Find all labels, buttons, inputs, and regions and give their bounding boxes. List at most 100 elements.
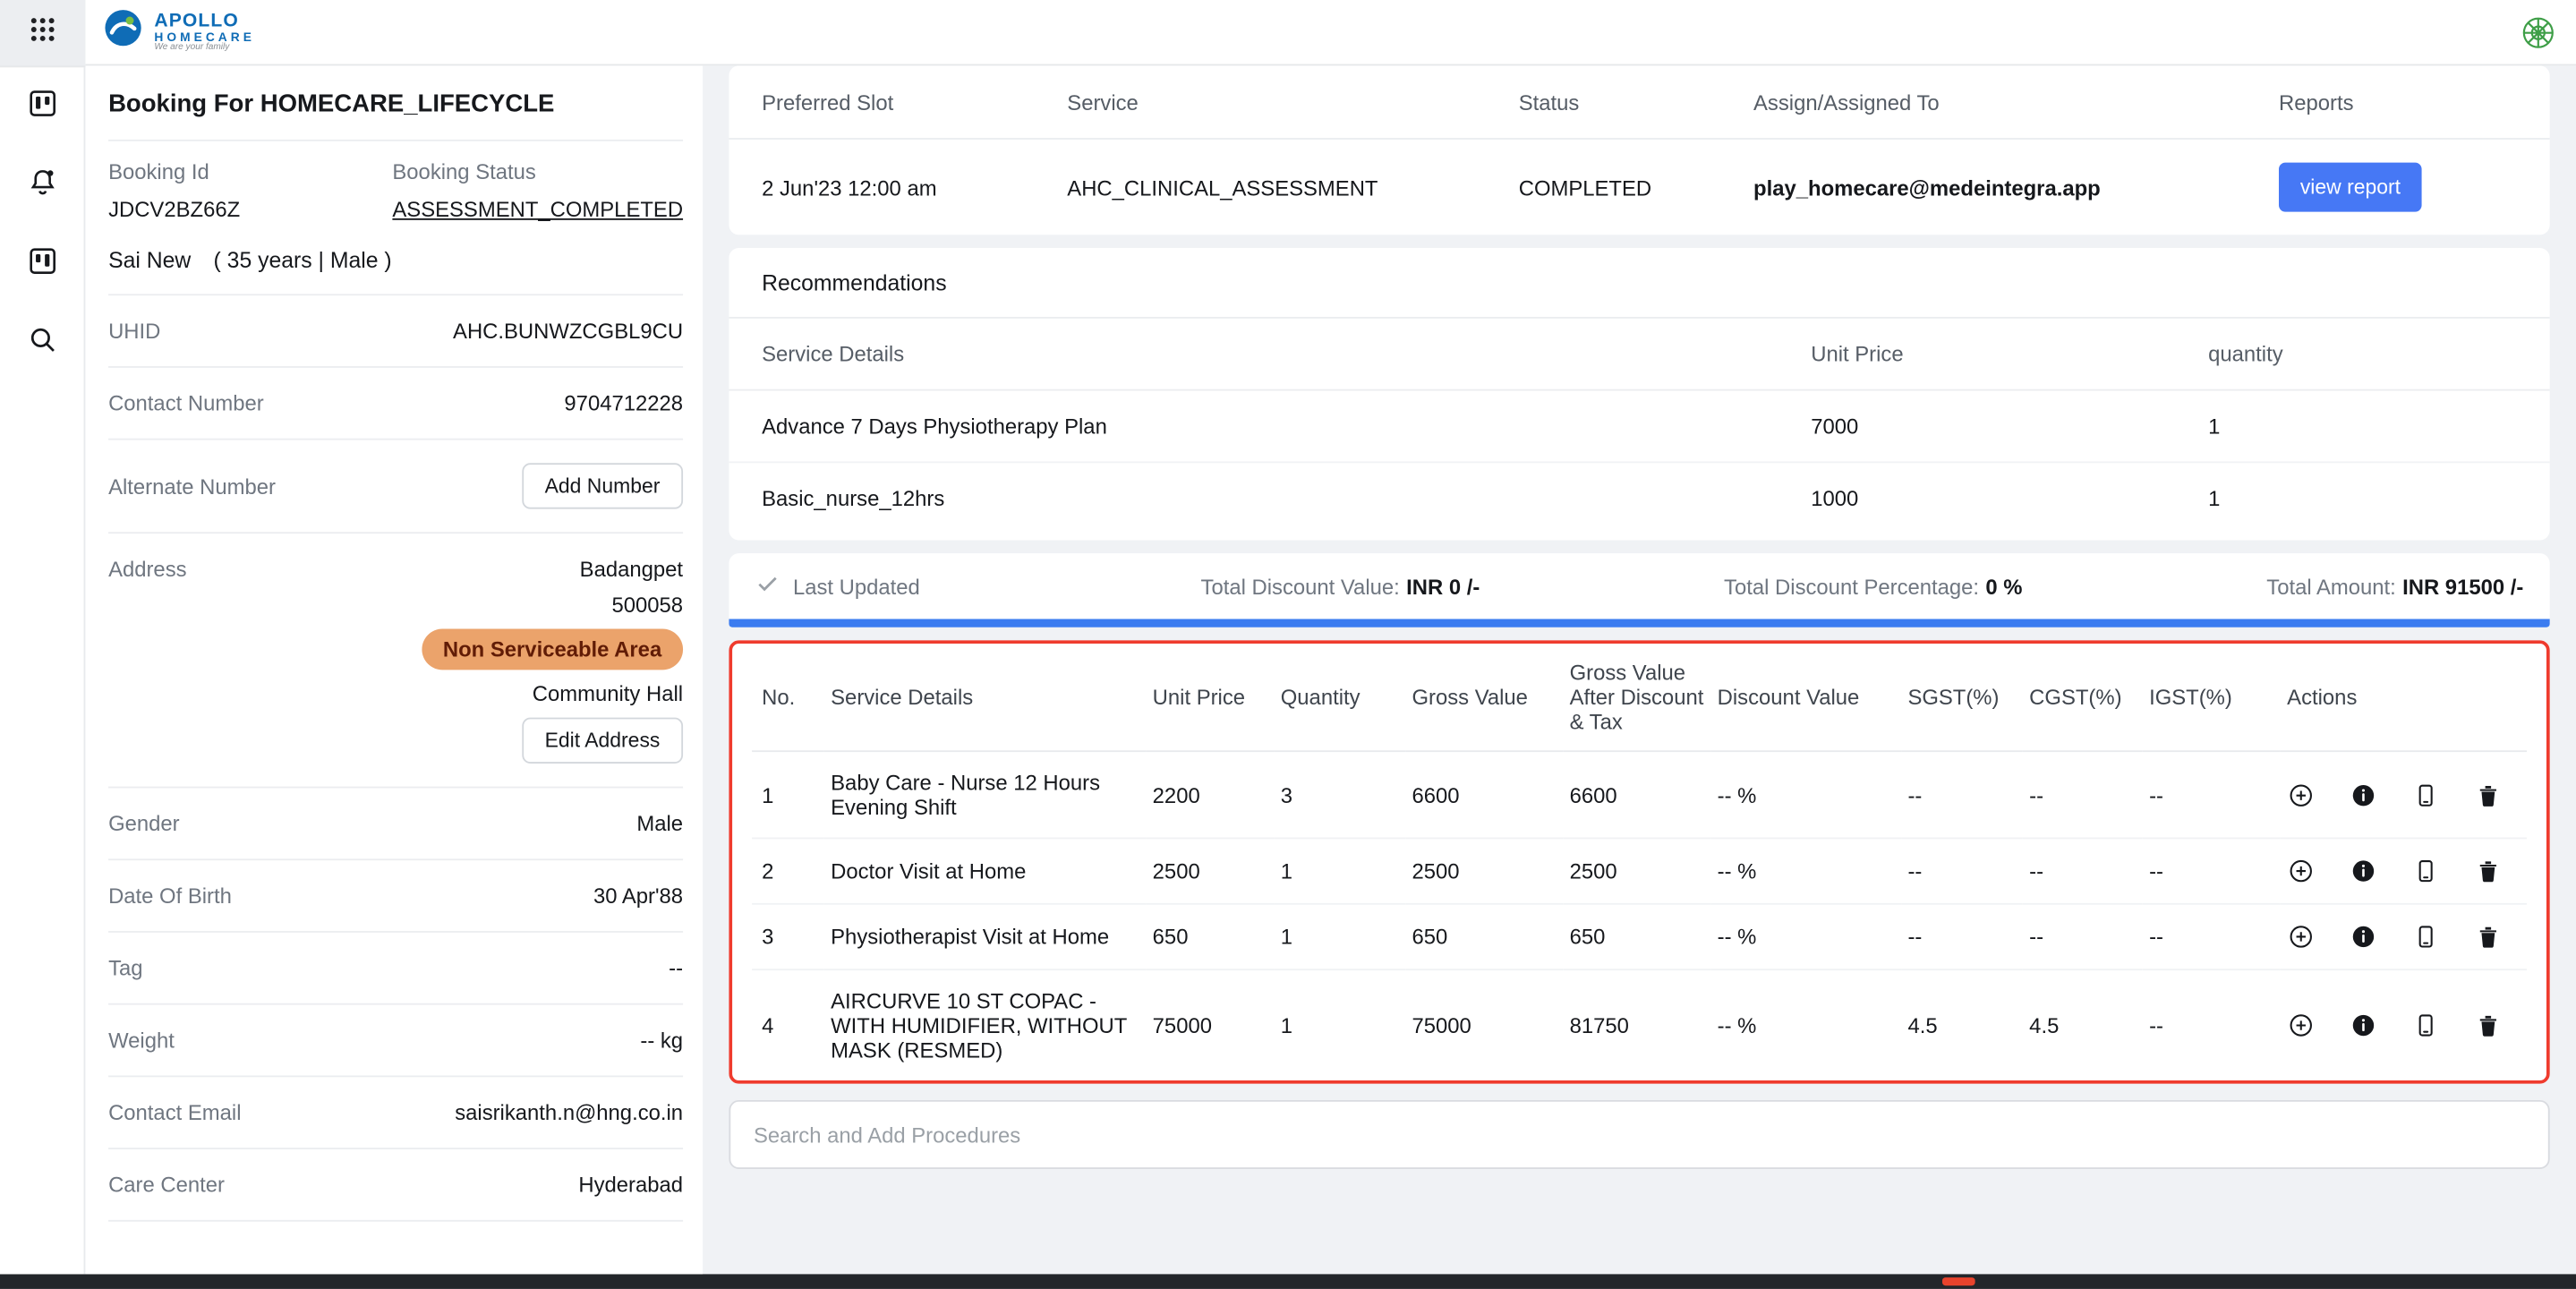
- partner-logo-icon[interactable]: [2521, 14, 2556, 50]
- procedure-qty: 3: [1274, 751, 1405, 838]
- add-number-button[interactable]: Add Number: [522, 463, 683, 508]
- recommendations-header: Service Details Unit Price quantity: [729, 319, 2549, 391]
- procedure-discount: -- %: [1710, 751, 1901, 838]
- procedure-no: 1: [752, 751, 824, 838]
- check-icon: [755, 571, 780, 601]
- procedure-row: 2 Doctor Visit at Home 2500 1 2500 2500 …: [752, 838, 2527, 903]
- procedure-row: 3 Physiotherapist Visit at Home 650 1 65…: [752, 904, 2527, 969]
- device-icon[interactable]: [2412, 1012, 2440, 1039]
- tasks-board-icon[interactable]: [24, 243, 60, 278]
- procedures-table: No. Service Details Unit Price Quantity …: [752, 644, 2527, 1080]
- booking-id-value: JDCV2BZ66Z: [108, 197, 392, 222]
- procedure-no: 2: [752, 838, 824, 903]
- delete-icon[interactable]: [2474, 781, 2502, 808]
- gender-label: Gender: [108, 811, 180, 836]
- care-center-value: Hyderabad: [578, 1173, 683, 1198]
- booking-panel-title: Booking For HOMECARE_LIFECYCLE: [108, 65, 683, 141]
- weight-label: Weight: [108, 1028, 175, 1053]
- recommendation-name: Basic_nurse_12hrs: [762, 486, 1811, 511]
- col-service: Service: [1067, 90, 1518, 115]
- care-center-label: Care Center: [108, 1173, 225, 1198]
- procedure-gross-after: 81750: [1563, 969, 1710, 1080]
- recommendation-unit-price: 1000: [1811, 486, 2208, 511]
- col-sgst: SGST(%): [1901, 644, 2023, 751]
- patient-name: Sai New: [108, 248, 191, 273]
- logo-subtitle: HOMECARE: [154, 30, 255, 43]
- recommendation-name: Advance 7 Days Physiotherapy Plan: [762, 414, 1811, 439]
- info-icon[interactable]: [2350, 857, 2377, 884]
- total-discount-value: Total Discount Value:INR 0 /-: [1201, 574, 1480, 599]
- recommendation-quantity: 1: [2208, 486, 2517, 511]
- procedure-sgst: --: [1901, 904, 2023, 969]
- apps-menu-button[interactable]: [0, 0, 85, 67]
- info-icon[interactable]: [2350, 923, 2377, 951]
- tag-label: Tag: [108, 956, 142, 981]
- taskbar: [0, 1274, 2576, 1289]
- dob-label: Date Of Birth: [108, 884, 232, 909]
- info-icon[interactable]: [2350, 781, 2377, 808]
- patient-summary: Sai New ( 35 years | Male ): [108, 225, 683, 295]
- procedure-igst: --: [2143, 838, 2281, 903]
- add-circle-icon[interactable]: [2287, 923, 2315, 951]
- contact-email-row: Contact Email saisrikanth.n@hng.co.in: [108, 1077, 683, 1149]
- add-circle-icon[interactable]: [2287, 781, 2315, 808]
- uhid-value: AHC.BUNWZCGBL9CU: [453, 319, 683, 344]
- info-icon[interactable]: [2350, 1012, 2377, 1039]
- apollo-homecare-logo[interactable]: APOLLO HOMECARE We are your family: [102, 6, 255, 57]
- device-icon[interactable]: [2412, 857, 2440, 884]
- procedure-unit-price: 75000: [1146, 969, 1274, 1080]
- device-icon[interactable]: [2412, 923, 2440, 951]
- dob-row: Date Of Birth 30 Apr'88: [108, 860, 683, 933]
- procedure-cgst: --: [2023, 838, 2143, 903]
- procedure-discount: -- %: [1710, 969, 1901, 1080]
- edit-address-button[interactable]: Edit Address: [522, 718, 683, 764]
- add-circle-icon[interactable]: [2287, 1012, 2315, 1039]
- weight-row: Weight -- kg: [108, 1005, 683, 1078]
- procedure-qty: 1: [1274, 838, 1405, 903]
- main-content: Preferred Slot Service Status Assign/Ass…: [703, 65, 2576, 1274]
- col-no: No.: [752, 644, 824, 751]
- notifications-bell-icon[interactable]: [24, 164, 60, 200]
- procedure-sgst: 4.5: [1901, 969, 2023, 1080]
- procedure-search: [729, 1100, 2549, 1169]
- dob-value: 30 Apr'88: [593, 884, 683, 909]
- procedure-gross-after: 650: [1563, 904, 1710, 969]
- address-line3: Community Hall: [533, 681, 683, 706]
- address-line1: Badangpet: [580, 557, 683, 582]
- add-circle-icon[interactable]: [2287, 857, 2315, 884]
- procedure-unit-price: 2200: [1146, 751, 1274, 838]
- board-icon[interactable]: [24, 85, 60, 121]
- care-center-row: Care Center Hyderabad: [108, 1149, 683, 1222]
- address-row: Address Badangpet 500058 Non Serviceable…: [108, 534, 683, 788]
- procedure-no: 4: [752, 969, 824, 1080]
- logo-title: APOLLO: [154, 11, 255, 30]
- totals-summary-card: Last Updated Total Discount Value:INR 0 …: [729, 553, 2549, 627]
- col-actions: Actions: [2281, 644, 2527, 751]
- recommendation-row: Advance 7 Days Physiotherapy Plan 7000 1: [729, 391, 2549, 464]
- delete-icon[interactable]: [2474, 857, 2502, 884]
- tag-value: --: [669, 956, 683, 981]
- delete-icon[interactable]: [2474, 923, 2502, 951]
- procedure-discount: -- %: [1710, 838, 1901, 903]
- alternate-number-row: Alternate Number Add Number: [108, 440, 683, 534]
- service-table-header: Preferred Slot Service Status Assign/Ass…: [729, 65, 2549, 140]
- col-preferred-slot: Preferred Slot: [762, 90, 1067, 115]
- uhid-row: UHID AHC.BUNWZCGBL9CU: [108, 295, 683, 368]
- search-icon[interactable]: [24, 322, 60, 358]
- total-amount: Total Amount:INR 91500 /-: [2266, 574, 2523, 599]
- booking-status-value[interactable]: ASSESSMENT_COMPLETED: [392, 197, 683, 222]
- view-report-button[interactable]: view report: [2279, 163, 2422, 212]
- procedure-igst: --: [2143, 751, 2281, 838]
- procedure-row: 1 Baby Care - Nurse 12 Hours Evening Shi…: [752, 751, 2527, 838]
- device-icon[interactable]: [2412, 781, 2440, 808]
- service-card: Preferred Slot Service Status Assign/Ass…: [729, 65, 2549, 235]
- gender-value: Male: [636, 811, 683, 836]
- service-name: AHC_CLINICAL_ASSESSMENT: [1067, 175, 1518, 200]
- procedure-cgst: --: [2023, 751, 2143, 838]
- col-quantity: quantity: [2208, 342, 2517, 367]
- booking-details-panel: Booking For HOMECARE_LIFECYCLE Booking I…: [85, 65, 703, 1274]
- search-procedures-input[interactable]: [729, 1100, 2549, 1169]
- delete-icon[interactable]: [2474, 1012, 2502, 1039]
- procedure-no: 3: [752, 904, 824, 969]
- contact-number-label: Contact Number: [108, 391, 264, 416]
